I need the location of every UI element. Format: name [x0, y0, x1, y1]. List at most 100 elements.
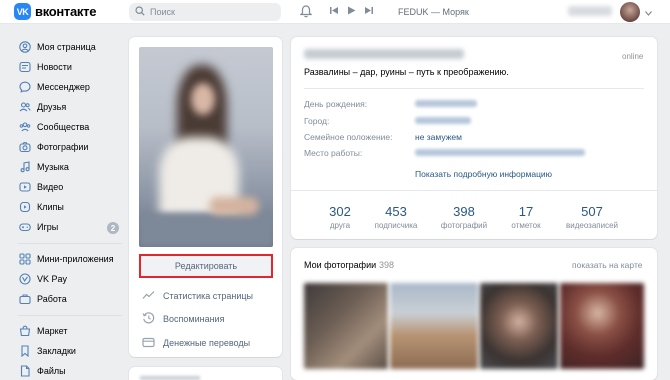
sidebar-item-market[interactable]: Маркет [18, 323, 67, 339]
counter-photos[interactable]: 398 фотографий [436, 204, 492, 230]
next-track-icon[interactable] [364, 6, 373, 17]
vk-logo[interactable]: VK вконтакте [14, 3, 96, 20]
show-on-map-link[interactable]: показать на карте [572, 260, 642, 270]
chevron-down-icon[interactable] [645, 8, 652, 18]
memories-link[interactable]: Воспоминания [142, 312, 224, 326]
sidebar-item-video[interactable]: Видео [18, 179, 63, 195]
birthday-label: День рождения: [304, 99, 368, 109]
vk-logo-badge: VK [14, 3, 31, 20]
page-stats-label: Статистика страницы [163, 291, 254, 301]
search-input[interactable] [150, 7, 270, 17]
photo-thumbnail[interactable] [304, 283, 388, 369]
sidebar-divider [18, 315, 122, 316]
sidebar-divider [18, 243, 122, 244]
sidebar-item-friends[interactable]: Друзья [18, 99, 66, 115]
user-circle-icon [18, 41, 31, 54]
avatar[interactable] [620, 2, 640, 22]
top-header: VK вконтакте FEDUK — Моряк [0, 0, 670, 24]
workplace-value-blurred[interactable] [415, 149, 585, 156]
previous-track-icon[interactable] [330, 6, 339, 17]
memories-label: Воспоминания [163, 314, 225, 324]
birthday-value-blurred[interactable] [415, 100, 477, 107]
bell-icon[interactable] [299, 5, 313, 20]
counter-value: 302 [329, 204, 351, 219]
photo-thumbnail[interactable] [560, 283, 644, 369]
city-value-blurred[interactable] [415, 117, 471, 124]
counter-videos[interactable]: 507 видеозаписей [564, 204, 620, 230]
profile-status-text[interactable]: Развалины – дар, руины – путь к преображ… [304, 67, 509, 77]
sidebar-item-label: Работа [37, 294, 67, 304]
camera-icon [18, 141, 31, 154]
friends-icon [18, 101, 31, 114]
relationship-label: Семейное положение: [304, 132, 393, 142]
counter-tags[interactable]: 17 отметок [498, 204, 554, 230]
sidebar-item-label: Маркет [37, 326, 68, 336]
counter-value: 17 [518, 204, 534, 219]
counter-value: 507 [581, 204, 603, 219]
now-playing-track[interactable]: FEDUK — Моряк [398, 7, 469, 17]
profile-photo[interactable] [139, 47, 273, 247]
money-transfers-link[interactable]: Денежные переводы [142, 336, 250, 350]
my-photos-title[interactable]: Мои фотографии [304, 260, 376, 270]
vkpay-icon [18, 273, 31, 286]
stats-icon [142, 290, 155, 302]
counter-followers[interactable]: 453 подписчика [368, 204, 424, 230]
news-icon [18, 61, 31, 74]
sidebar-item-label: Музыка [37, 162, 69, 172]
sidebar-item-clips[interactable]: Клипы [18, 199, 64, 215]
clips-icon [18, 201, 31, 214]
sidebar-item-vk-pay[interactable]: VK Pay [18, 271, 67, 287]
counter-value: 453 [385, 204, 407, 219]
games-counter-badge: 2 [107, 222, 119, 234]
apps-icon [18, 253, 31, 266]
info-divider [304, 88, 644, 89]
edit-profile-label: Редактировать [174, 261, 238, 271]
sidebar-item-photos[interactable]: Фотографии [18, 139, 88, 155]
search-icon [135, 6, 145, 18]
transfer-icon [142, 337, 155, 350]
counter-label: друга [329, 221, 351, 230]
message-icon [18, 81, 31, 94]
sidebar-item-label: Мини-приложения [37, 254, 114, 264]
sidebar-item-label: VK Pay [37, 274, 68, 284]
sidebar-item-communities[interactable]: Сообщества [18, 119, 89, 135]
video-icon [18, 181, 31, 194]
sidebar-item-bookmarks[interactable]: Закладки [18, 343, 76, 359]
photo-thumbnail[interactable] [480, 283, 558, 369]
play-icon[interactable] [347, 6, 356, 17]
sidebar-item-label: Мессенджер [37, 82, 90, 92]
workplace-label: Место работы: [304, 148, 363, 158]
sidebar-item-work[interactable]: Работа [18, 291, 67, 307]
audio-player [330, 6, 373, 17]
sidebar-item-music[interactable]: Музыка [18, 159, 69, 175]
sidebar-item-label: Закладки [37, 346, 76, 356]
search-box[interactable] [129, 3, 281, 21]
sidebar-item-label: Сообщества [37, 122, 90, 132]
vk-logo-text: вконтакте [35, 4, 97, 19]
bookmark-icon [18, 345, 31, 358]
sidebar-item-label: Новости [37, 62, 72, 72]
counter-label: отметок [511, 221, 541, 230]
online-status: online [622, 52, 644, 61]
user-name-blurred[interactable] [568, 6, 612, 16]
counter-label: видеозаписей [565, 221, 619, 230]
sidebar-item-my-page[interactable]: Моя страница [18, 39, 96, 55]
sidebar-item-label: Видео [37, 182, 64, 192]
profile-name-blurred [304, 49, 464, 59]
edit-profile-button[interactable]: Редактировать [139, 254, 273, 278]
sidebar-item-news[interactable]: Новости [18, 59, 72, 75]
market-icon [18, 325, 31, 338]
page-stats-link[interactable]: Статистика страницы [142, 289, 253, 303]
sidebar-item-games[interactable]: Игры [18, 219, 58, 235]
sidebar-item-messenger[interactable]: Мессенджер [18, 79, 90, 95]
relationship-value[interactable]: не замужем [415, 132, 462, 142]
sidebar-item-label: Фотографии [37, 142, 89, 152]
show-more-info-link[interactable]: Показать подробную информацию [415, 169, 552, 179]
memories-icon [142, 312, 155, 326]
sidebar-item-files[interactable]: Файлы [18, 363, 66, 379]
counter-friends[interactable]: 302 друга [312, 204, 368, 230]
photo-thumbnail[interactable] [390, 283, 478, 369]
games-icon [18, 221, 31, 234]
sidebar-item-mini-apps[interactable]: Мини-приложения [18, 251, 114, 267]
my-photos-count: 398 [379, 260, 395, 270]
